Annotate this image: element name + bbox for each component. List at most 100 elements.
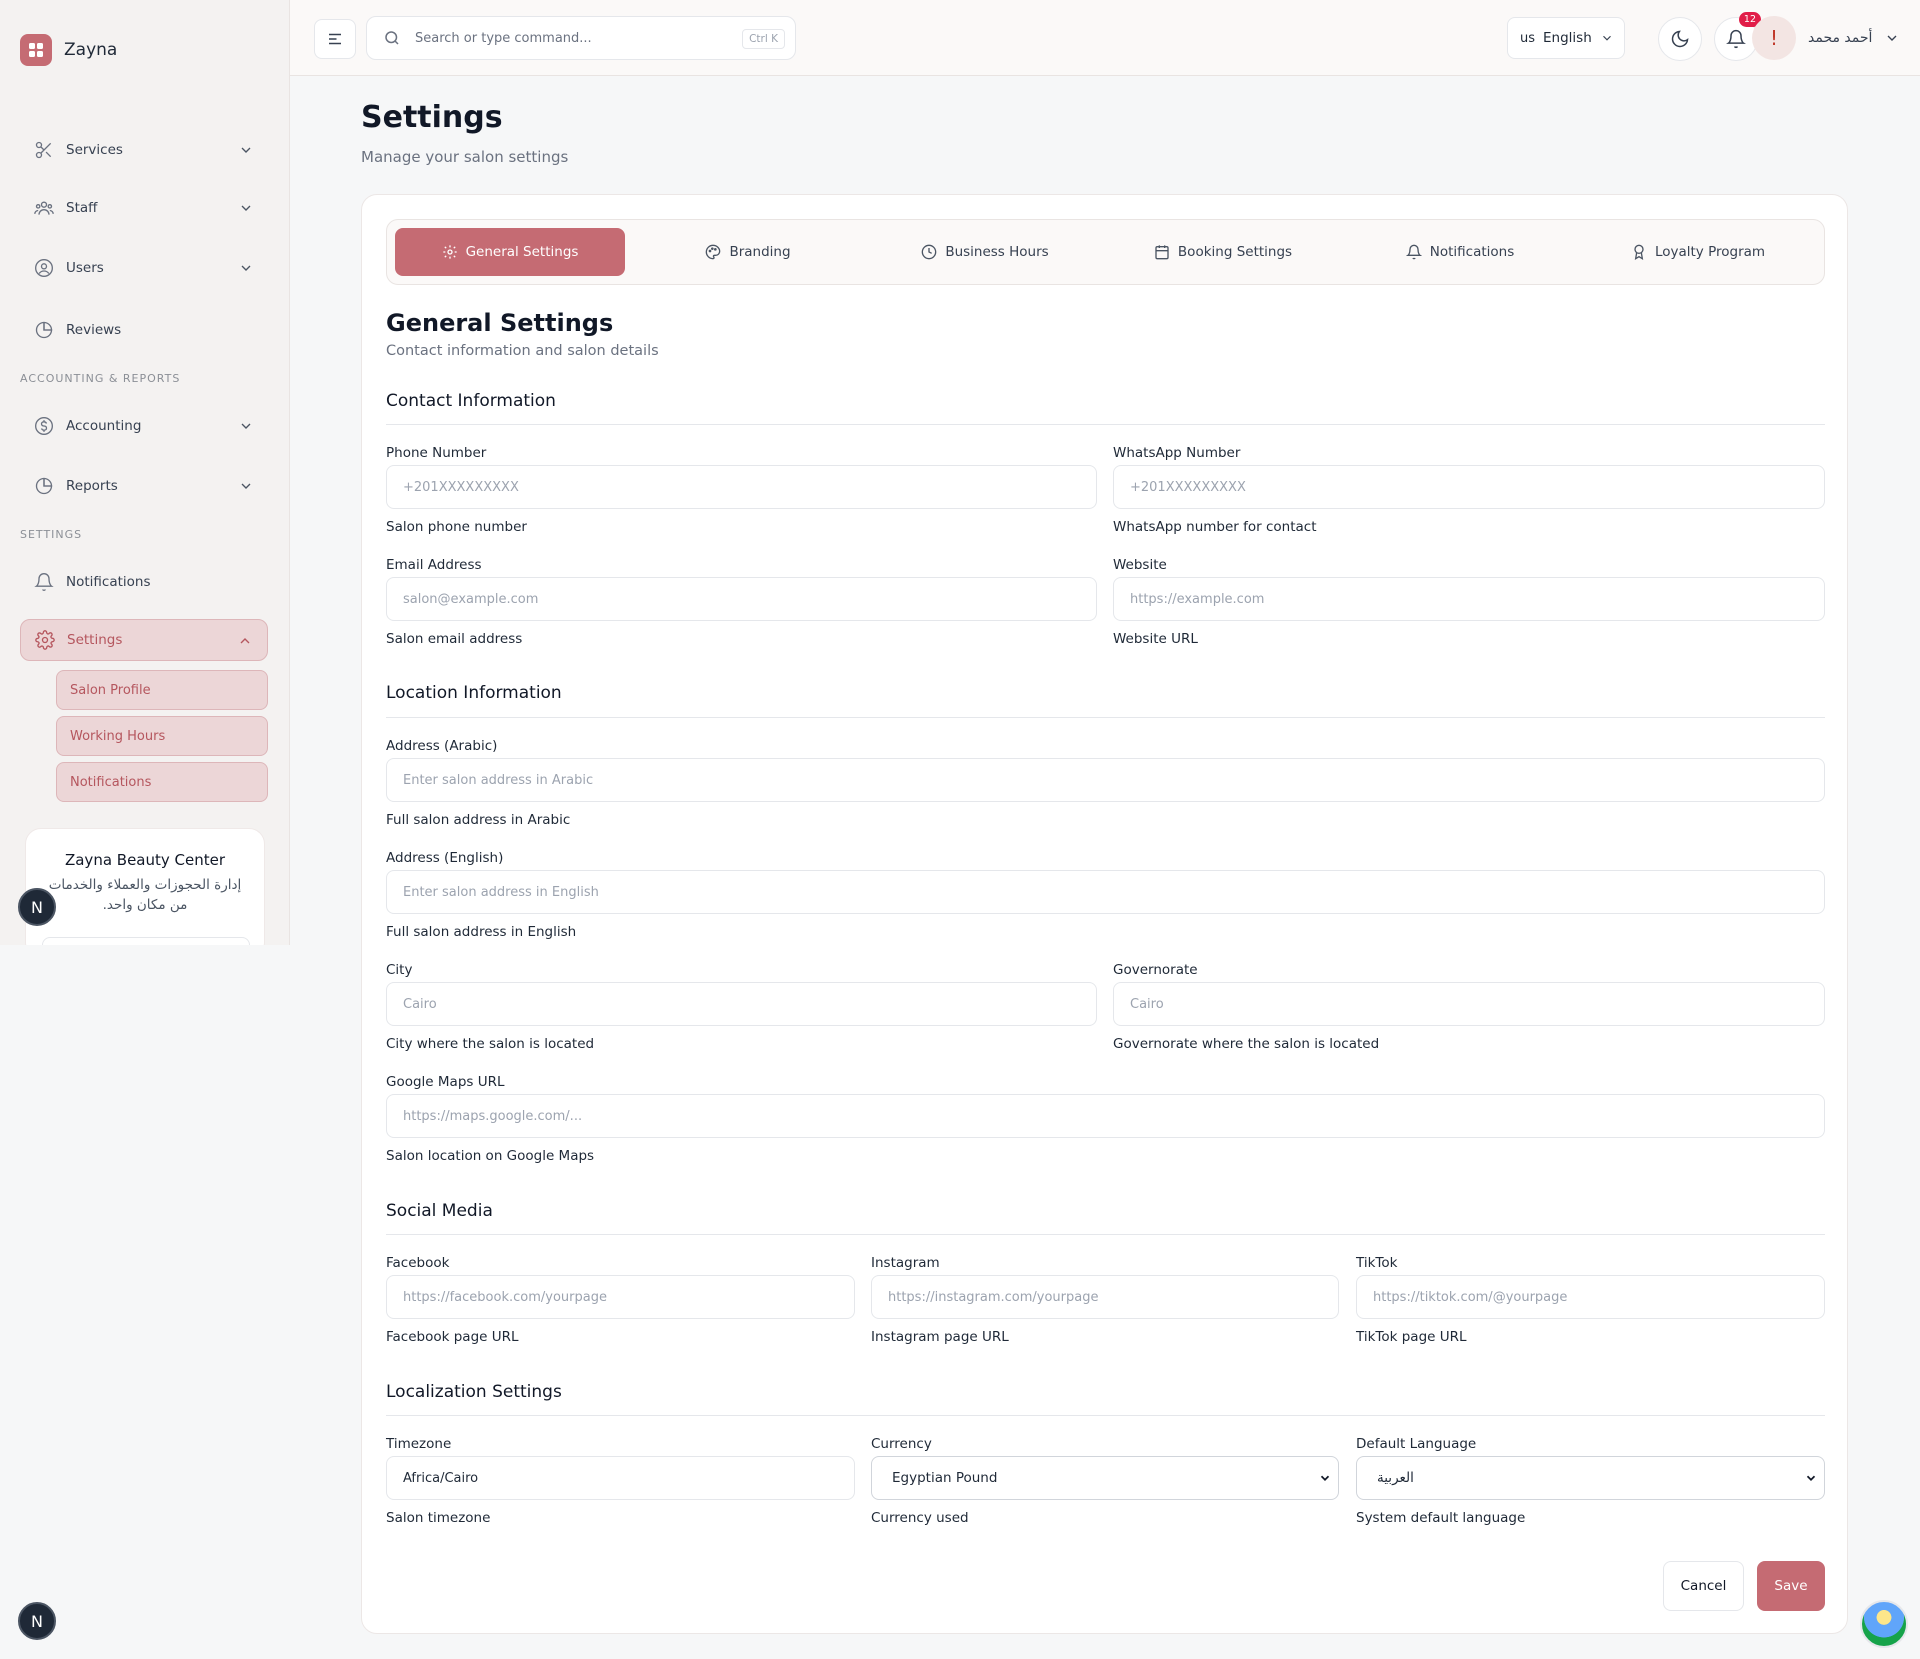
address-ar-input[interactable]: Enter salon address in Arabic: [386, 758, 1825, 802]
maps-label: Google Maps URL: [386, 1074, 505, 1090]
flag-label: us: [1520, 30, 1536, 46]
user-name: أحمد محمد: [1808, 30, 1873, 46]
sidebar-subitem-working-hours[interactable]: Working Hours: [56, 716, 268, 756]
shortcut-hint: Ctrl K: [742, 29, 785, 49]
cancel-button[interactable]: Cancel: [1663, 1561, 1744, 1611]
sidebar-item-label: Notifications: [66, 574, 151, 590]
sidebar-item-label: Settings: [67, 632, 123, 648]
instagram-help: Instagram page URL: [871, 1329, 1009, 1345]
whatsapp-label: WhatsApp Number: [1113, 445, 1241, 461]
website-label: Website: [1113, 557, 1167, 573]
section-subtitle: Contact information and salon details: [386, 343, 659, 359]
page-title: Settings: [361, 100, 503, 135]
search-placeholder: Search or type command...: [415, 30, 592, 46]
topbar: Search or type command... Ctrl K us Engl…: [290, 0, 1920, 76]
currency-label: Currency: [871, 1436, 932, 1452]
tiktok-input[interactable]: https://tiktok.com/@yourpage: [1356, 1275, 1825, 1319]
maps-input[interactable]: https://maps.google.com/...: [386, 1094, 1825, 1138]
email-input[interactable]: salon@example.com: [386, 577, 1097, 621]
promo-field[interactable]: [42, 937, 250, 945]
chevron-down-icon: [238, 200, 254, 216]
chevron-down-icon: [1318, 1471, 1332, 1485]
award-icon: [1631, 244, 1647, 260]
facebook-input[interactable]: https://facebook.com/yourpage: [386, 1275, 855, 1319]
page-subtitle: Manage your salon settings: [361, 148, 569, 166]
divider: [386, 1234, 1825, 1235]
governorate-help: Governorate where the salon is located: [1113, 1036, 1380, 1052]
divider: [386, 717, 1825, 718]
tab-general-settings[interactable]: General Settings: [395, 228, 625, 276]
staff-icon: [34, 198, 54, 218]
sidebar-subitem-notifications[interactable]: Notifications: [56, 762, 268, 802]
sidebar-item-staff[interactable]: Staff: [20, 187, 268, 229]
next-badge-bottom[interactable]: N: [18, 1602, 56, 1640]
gear-icon: [35, 630, 55, 650]
sidebar-item-settings[interactable]: Settings: [20, 619, 268, 661]
email-label: Email Address: [386, 557, 482, 573]
sidebar-subitem-salon-profile[interactable]: Salon Profile: [56, 670, 268, 710]
section-label-accounting: ACCOUNTING & REPORTS: [20, 372, 181, 385]
divider: [386, 1415, 1825, 1416]
language-switcher[interactable]: us English: [1507, 17, 1625, 59]
tab-branding[interactable]: Branding: [633, 228, 863, 276]
chevron-up-icon: [237, 633, 253, 649]
chevron-down-icon: [1804, 1471, 1818, 1485]
pie-chart-icon: [34, 320, 54, 340]
whatsapp-help: WhatsApp number for contact: [1113, 519, 1317, 535]
sidebar-item-accounting[interactable]: Accounting: [20, 405, 268, 447]
calendar-icon: [1154, 244, 1170, 260]
sidebar-item-reports[interactable]: Reports: [20, 465, 268, 507]
currency-select[interactable]: Egyptian Pound: [871, 1456, 1339, 1500]
sidebar-item-users[interactable]: Users: [20, 247, 268, 289]
chevron-down-icon: [238, 418, 254, 434]
menu-icon: [326, 30, 344, 48]
sidebar-item-services[interactable]: Services: [20, 129, 268, 171]
address-ar-help: Full salon address in Arabic: [386, 812, 571, 828]
timezone-input[interactable]: Africa/Cairo: [386, 1456, 855, 1500]
sidebar-item-reviews[interactable]: Reviews: [20, 309, 268, 351]
user-menu[interactable]: ! أحمد محمد: [1752, 16, 1900, 60]
language-label: Default Language: [1356, 1436, 1477, 1452]
tab-booking-settings[interactable]: Booking Settings: [1108, 228, 1338, 276]
address-en-input[interactable]: Enter salon address in English: [386, 870, 1825, 914]
menu-toggle-button[interactable]: [314, 19, 356, 59]
save-button[interactable]: Save: [1757, 1561, 1825, 1611]
search-icon: [383, 29, 401, 47]
tab-loyalty-program[interactable]: Loyalty Program: [1583, 228, 1813, 276]
currency-value: Egyptian Pound: [892, 1470, 998, 1486]
dollar-icon: [34, 416, 54, 436]
sidebar-item-label: Staff: [66, 200, 98, 216]
tab-notifications[interactable]: Notifications: [1345, 228, 1575, 276]
search-input[interactable]: Search or type command... Ctrl K: [366, 16, 796, 60]
group-title-localization: Localization Settings: [386, 1382, 562, 1402]
palette-icon: [705, 244, 721, 260]
governorate-label: Governorate: [1113, 962, 1198, 978]
timezone-help: Salon timezone: [386, 1510, 491, 1526]
default-language-select[interactable]: العربية: [1356, 1456, 1825, 1500]
brand[interactable]: Zayna: [20, 34, 117, 66]
website-input[interactable]: https://example.com: [1113, 577, 1825, 621]
tiktok-help: TikTok page URL: [1356, 1329, 1467, 1345]
city-input[interactable]: Cairo: [386, 982, 1097, 1026]
phone-input[interactable]: +201XXXXXXXXX: [386, 465, 1097, 509]
promo-text: إدارة الحجوزات والعملاء والخدمات من مكان…: [48, 877, 242, 913]
whatsapp-input[interactable]: +201XXXXXXXXX: [1113, 465, 1825, 509]
instagram-input[interactable]: https://instagram.com/yourpage: [871, 1275, 1339, 1319]
bell-icon: [34, 572, 54, 592]
currency-help: Currency used: [871, 1510, 969, 1526]
theme-toggle-button[interactable]: [1658, 17, 1702, 61]
maps-help: Salon location on Google Maps: [386, 1148, 595, 1164]
corner-avatar-image[interactable]: [1860, 1600, 1908, 1648]
brand-name: Zayna: [64, 40, 118, 60]
scissors-icon: [34, 140, 54, 160]
moon-icon: [1670, 29, 1690, 49]
sidebar-item-notifications[interactable]: Notifications: [20, 561, 268, 603]
tab-label: Booking Settings: [1177, 244, 1293, 260]
language-help: System default language: [1356, 1510, 1526, 1526]
next-badge[interactable]: N: [18, 888, 56, 926]
promo-card: Zayna Beauty Center إدارة الحجوزات والعم…: [25, 828, 265, 945]
tab-business-hours[interactable]: Business Hours: [870, 228, 1100, 276]
instagram-label: Instagram: [871, 1255, 940, 1271]
governorate-input[interactable]: Cairo: [1113, 982, 1825, 1026]
tab-label: Branding: [729, 244, 791, 260]
